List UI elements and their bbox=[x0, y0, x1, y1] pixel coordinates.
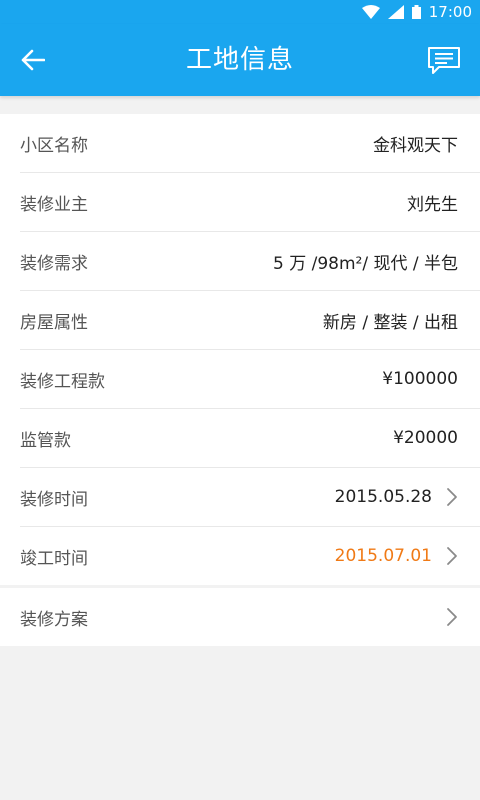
row-label: 监管款 bbox=[20, 430, 71, 451]
row-community-name: 小区名称 金科观天下 bbox=[20, 114, 480, 173]
back-arrow-icon bbox=[21, 49, 45, 71]
site-info-card: 小区名称 金科观天下 装修业主 刘先生 装修需求 5 万 /98m²/ 现代 /… bbox=[0, 114, 480, 585]
status-bar: 17:00 bbox=[0, 0, 480, 24]
page-title: 工地信息 bbox=[185, 45, 294, 75]
wifi-icon bbox=[361, 5, 380, 19]
row-value: 刘先生 bbox=[407, 194, 458, 215]
chevron-right-icon bbox=[447, 608, 457, 626]
chevron-right-icon bbox=[447, 547, 457, 565]
row-completion-date[interactable]: 竣工时间 2015.07.01 bbox=[20, 527, 480, 585]
row-value: 2015.07.01 bbox=[334, 546, 432, 566]
row-house-attribute: 房屋属性 新房 / 整装 / 出租 bbox=[20, 291, 480, 350]
message-icon bbox=[428, 47, 460, 74]
row-start-date[interactable]: 装修时间 2015.05.28 bbox=[20, 468, 480, 527]
row-value: 2015.05.28 bbox=[334, 487, 432, 507]
back-button[interactable] bbox=[14, 41, 52, 79]
status-time: 17:00 bbox=[428, 3, 472, 21]
row-requirement: 装修需求 5 万 /98m²/ 现代 / 半包 bbox=[20, 232, 480, 291]
row-owner: 装修业主 刘先生 bbox=[20, 173, 480, 232]
row-label: 装修工程款 bbox=[20, 371, 105, 392]
chevron-right-icon bbox=[447, 488, 457, 506]
row-value: ¥100000 bbox=[382, 369, 458, 389]
row-value: ¥20000 bbox=[393, 428, 458, 448]
row-supervision-payment: 监管款 ¥20000 bbox=[20, 409, 480, 468]
app-bar: 工地信息 bbox=[0, 24, 480, 96]
plan-card: 装修方案 bbox=[0, 588, 480, 646]
battery-icon bbox=[411, 5, 421, 19]
row-label: 小区名称 bbox=[20, 135, 88, 156]
row-label: 装修时间 bbox=[20, 489, 88, 510]
row-label: 装修方案 bbox=[20, 609, 88, 630]
row-label: 竣工时间 bbox=[20, 548, 88, 569]
row-renovation-plan[interactable]: 装修方案 bbox=[20, 588, 480, 646]
row-value: 金科观天下 bbox=[373, 135, 458, 156]
message-button[interactable] bbox=[424, 42, 464, 80]
signal-icon bbox=[387, 5, 404, 19]
row-project-payment: 装修工程款 ¥100000 bbox=[20, 350, 480, 409]
row-label: 房屋属性 bbox=[20, 312, 88, 333]
row-value: 5 万 /98m²/ 现代 / 半包 bbox=[272, 253, 458, 274]
row-label: 装修业主 bbox=[20, 194, 88, 215]
row-value: 新房 / 整装 / 出租 bbox=[322, 312, 458, 333]
row-label: 装修需求 bbox=[20, 253, 88, 274]
